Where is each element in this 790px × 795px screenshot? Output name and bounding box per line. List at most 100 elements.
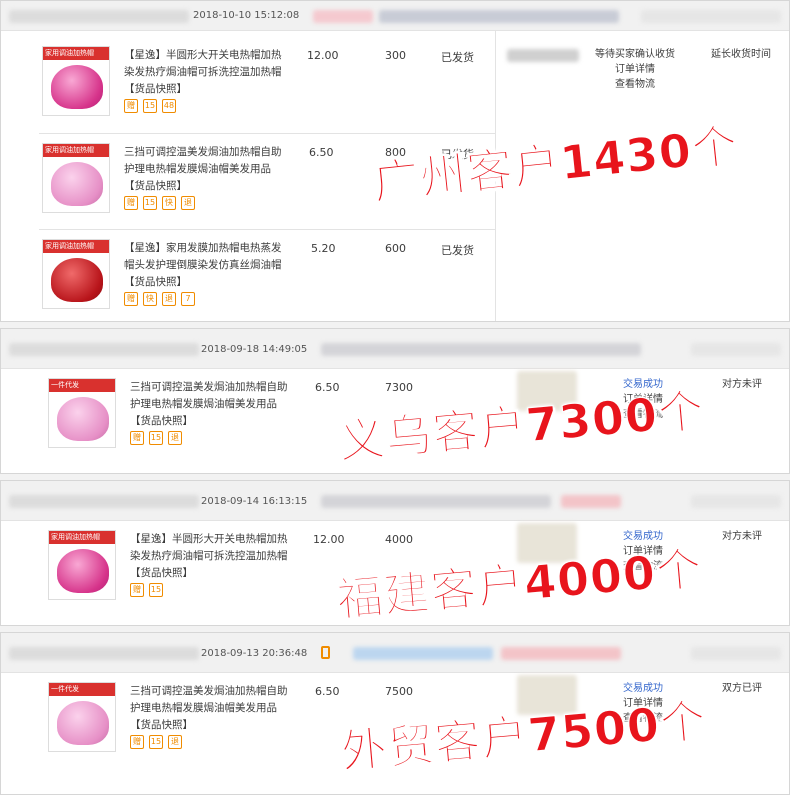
redacted-info xyxy=(321,495,551,508)
order-detail-link[interactable]: 订单详情 xyxy=(589,62,681,77)
badge-icon: 退 xyxy=(168,431,182,445)
unit-price: 12.00 xyxy=(307,49,339,62)
order-header: 2018-09-18 14:49:05 xyxy=(1,329,789,369)
product-thumbnail[interactable]: 一件代发 xyxy=(48,682,116,752)
thumbnail-brand: 一件代发 xyxy=(49,379,115,392)
heating-cap-image xyxy=(57,549,109,593)
redacted-info xyxy=(313,10,373,23)
badge-icon: 48 xyxy=(162,99,176,113)
snapshot-link: 【货品快照】 xyxy=(124,180,187,192)
badge-icon: 赠 xyxy=(124,99,138,113)
badge-icon: 7 xyxy=(181,292,195,306)
service-badges: 赠 快 退 7 xyxy=(124,292,195,306)
redacted-info xyxy=(507,49,579,62)
badge-icon: 15 xyxy=(143,99,157,113)
quantity: 7500 xyxy=(385,685,413,698)
order-header: 2018-10-10 15:12:08 xyxy=(1,1,789,31)
redacted-info xyxy=(9,647,199,660)
snapshot-link: 【货品快照】 xyxy=(130,415,193,427)
badge-icon: 赠 xyxy=(130,431,144,445)
badge-icon: 15 xyxy=(149,735,163,749)
unit-price: 6.50 xyxy=(315,685,340,698)
order-header: 2018-09-14 16:13:15 xyxy=(1,481,789,521)
thumbnail-brand: 家用调油加热帽 xyxy=(43,47,109,60)
order-item: 家用调油加热帽 【星逸】半圆形大开关电热帽加热染发热疗焗油帽可拆洗控温加热帽【货… xyxy=(39,37,495,132)
quantity: 4000 xyxy=(385,533,413,546)
product-title-link[interactable]: 【星逸】半圆形大开关电热帽加热染发热疗焗油帽可拆洗控温加热帽【货品快照】 xyxy=(130,531,290,582)
service-badges: 赠 15 xyxy=(130,583,163,597)
order-date: 2018-09-13 20:36:48 xyxy=(201,648,308,659)
redacted-info xyxy=(501,647,621,660)
snapshot-link: 【货品快照】 xyxy=(130,719,193,731)
unit-price: 5.20 xyxy=(311,242,336,255)
order-actions: 等待买家确认收货 订单详情 查看物流 xyxy=(589,47,681,92)
badge-icon: 赠 xyxy=(130,583,144,597)
product-thumbnail[interactable]: 一件代发 xyxy=(48,378,116,448)
redacted-info xyxy=(641,10,781,23)
quantity: 300 xyxy=(385,49,406,62)
product-thumbnail[interactable]: 家用调油加热帽 xyxy=(42,46,110,116)
redacted-info xyxy=(379,10,619,23)
heating-cap-image xyxy=(51,65,103,109)
redacted-info xyxy=(561,495,621,508)
quantity: 600 xyxy=(385,242,406,255)
order-item: 家用调油加热帽 【星逸】家用发膜加热帽电热蒸发帽头发护理倒膜染发仿真丝焗油帽【货… xyxy=(39,229,495,324)
service-badges: 赠 15 快 退 xyxy=(124,196,195,210)
badge-icon: 快 xyxy=(143,292,157,306)
shipping-status: 已发货 xyxy=(441,51,474,64)
redacted-info xyxy=(9,495,199,508)
badge-icon: 15 xyxy=(149,583,163,597)
redacted-info xyxy=(321,343,641,356)
extend-receipt-link[interactable]: 延长收货时间 xyxy=(701,47,781,62)
order-header: 2018-09-13 20:36:48 xyxy=(1,633,789,673)
view-logistics-link[interactable]: 查看物流 xyxy=(589,77,681,92)
product-title-link[interactable]: 三挡可调控温美发焗油加热帽自助护理电热帽发膜焗油帽美发用品【货品快照】 xyxy=(130,683,290,734)
product-title-link[interactable]: 【星逸】家用发膜加热帽电热蒸发帽头发护理倒膜染发仿真丝焗油帽【货品快照】 xyxy=(124,240,284,291)
redacted-info xyxy=(691,343,781,356)
redacted-info xyxy=(9,10,189,23)
heating-cap-image xyxy=(57,397,109,441)
product-thumbnail[interactable]: 家用调油加热帽 xyxy=(42,239,110,309)
heating-cap-image xyxy=(57,701,109,745)
unit-price: 12.00 xyxy=(313,533,345,546)
service-badges: 赠 15 退 xyxy=(130,431,182,445)
redacted-info xyxy=(9,343,199,356)
review-status: 对方未评 xyxy=(722,531,762,542)
badge-icon: 15 xyxy=(149,431,163,445)
unit-price: 6.50 xyxy=(315,381,340,394)
order-date: 2018-09-18 14:49:05 xyxy=(201,344,308,355)
heating-cap-image xyxy=(51,258,103,302)
unit-price: 6.50 xyxy=(309,146,334,159)
redacted-info xyxy=(691,495,781,508)
order-status: 等待买家确认收货 xyxy=(595,49,675,60)
redacted-info xyxy=(353,647,493,660)
thumbnail-brand: 家用调油加热帽 xyxy=(49,531,115,544)
badge-icon: 快 xyxy=(162,196,176,210)
thumbnail-brand: 家用调油加热帽 xyxy=(43,240,109,253)
heating-cap-image xyxy=(51,162,103,206)
thumbnail-brand: 家用调油加热帽 xyxy=(43,144,109,157)
badge-icon: 赠 xyxy=(130,735,144,749)
badge-icon: 赠 xyxy=(124,292,138,306)
snapshot-link: 【货品快照】 xyxy=(130,567,193,579)
product-thumbnail[interactable]: 家用调油加热帽 xyxy=(48,530,116,600)
product-title-link[interactable]: 【星逸】半圆形大开关电热帽加热染发热疗焗油帽可拆洗控温加热帽【货品快照】 xyxy=(124,47,284,98)
badge-icon: 15 xyxy=(143,196,157,210)
order-date: 2018-10-10 15:12:08 xyxy=(193,10,300,21)
badge-icon: 退 xyxy=(168,735,182,749)
review-status: 对方未评 xyxy=(722,379,762,390)
review-status: 双方已评 xyxy=(722,683,762,694)
snapshot-link: 【货品快照】 xyxy=(124,83,187,95)
product-title-link[interactable]: 三挡可调控温美发焗油加热帽自助护理电热帽发膜焗油帽美发用品【货品快照】 xyxy=(124,144,284,195)
mobile-order-icon xyxy=(321,646,330,659)
product-title-link[interactable]: 三挡可调控温美发焗油加热帽自助护理电热帽发膜焗油帽美发用品【货品快照】 xyxy=(130,379,290,430)
badge-icon: 退 xyxy=(162,292,176,306)
quantity: 7300 xyxy=(385,381,413,394)
service-badges: 赠 15 48 xyxy=(124,99,176,113)
snapshot-link: 【货品快照】 xyxy=(124,276,187,288)
order-date: 2018-09-14 16:13:15 xyxy=(201,496,308,507)
product-thumbnail[interactable]: 家用调油加热帽 xyxy=(42,143,110,213)
badge-icon: 赠 xyxy=(124,196,138,210)
badge-icon: 退 xyxy=(181,196,195,210)
thumbnail-brand: 一件代发 xyxy=(49,683,115,696)
